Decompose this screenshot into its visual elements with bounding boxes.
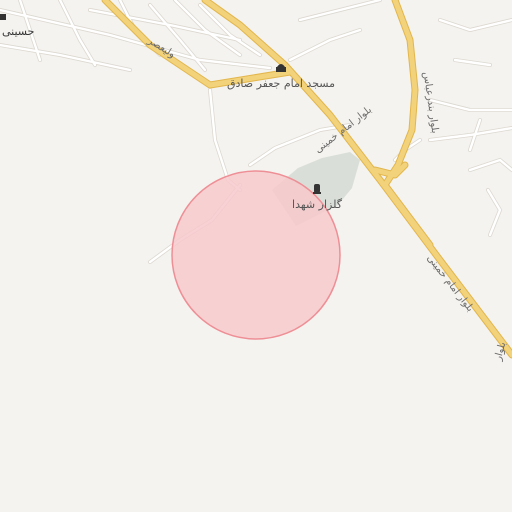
edge-poi-icon <box>0 14 6 20</box>
map-layer: حسینی ولیعصر مسجد امام جعفر صادق بلوار ا… <box>0 0 512 512</box>
edge-label-top-left: حسینی <box>2 25 34 38</box>
map-canvas[interactable]: حسینی ولیعصر مسجد امام جعفر صادق بلوار ا… <box>0 0 512 512</box>
cemetery-icon[interactable] <box>313 184 321 194</box>
highlight-circle[interactable] <box>171 170 341 340</box>
mosque-label[interactable]: مسجد امام جعفر صادق <box>227 77 335 90</box>
cemetery-label[interactable]: گلزار شهدا <box>292 198 343 211</box>
